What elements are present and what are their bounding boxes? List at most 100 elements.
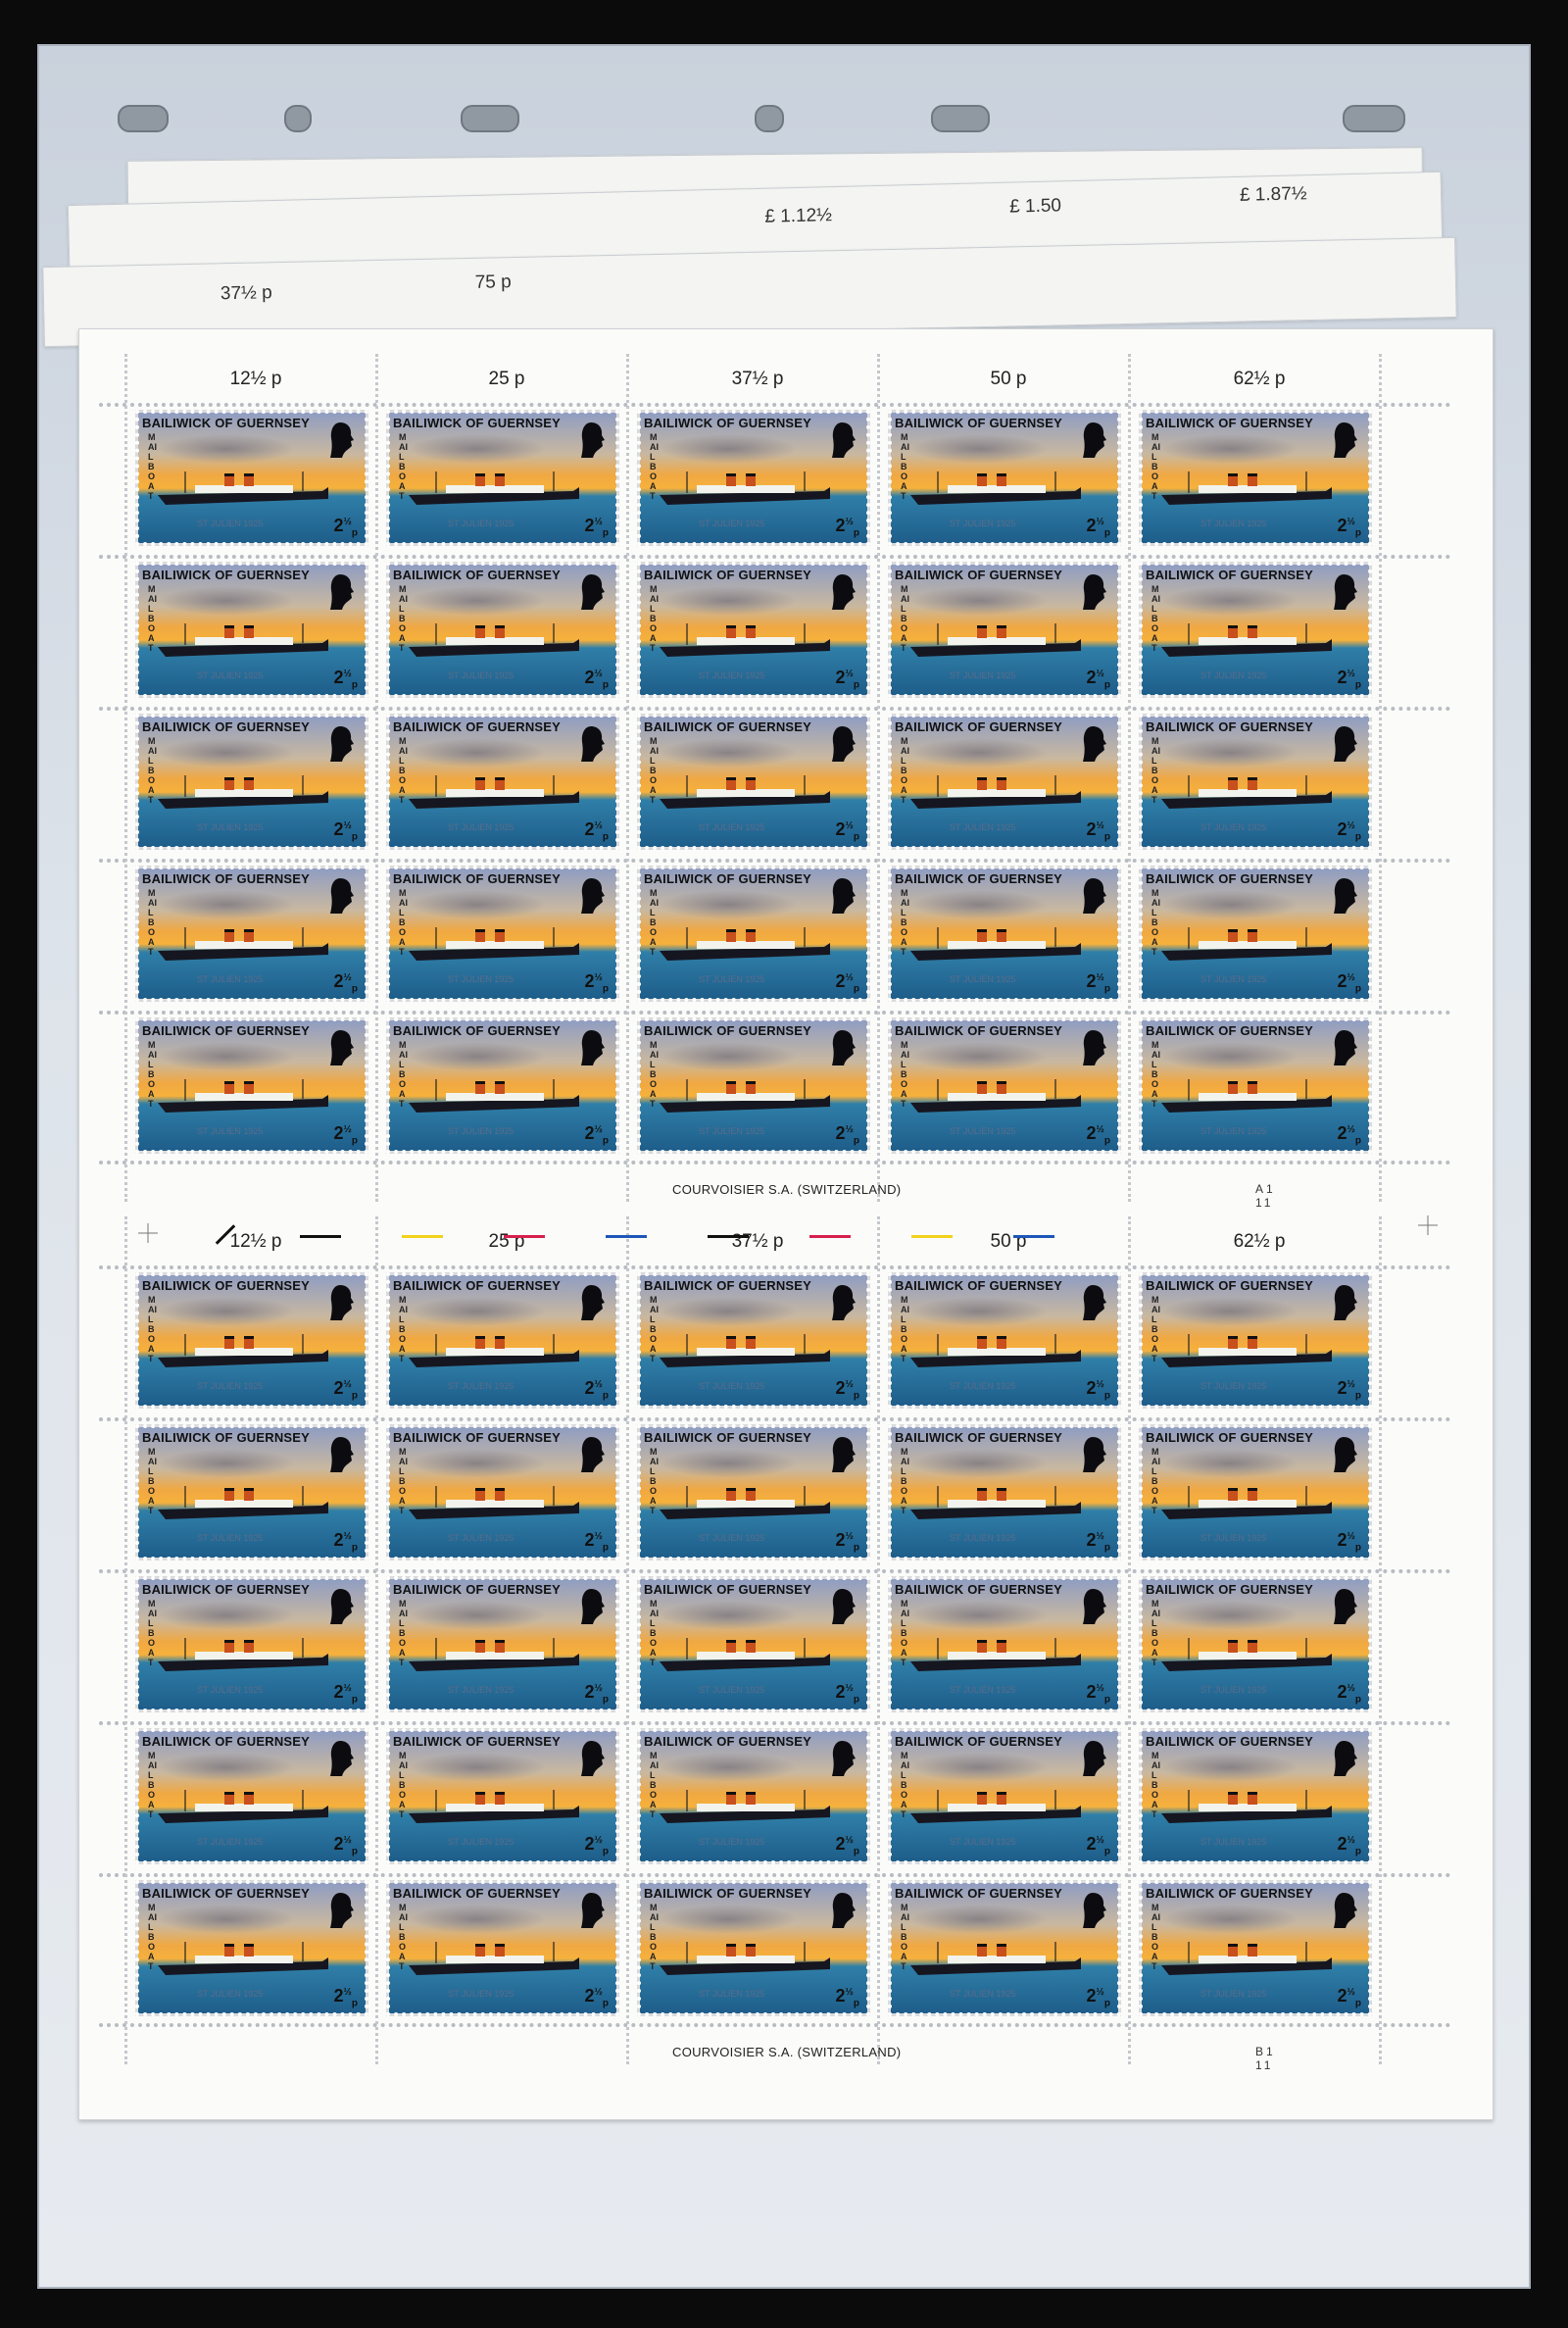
stamp-ship-name: ST JULIEN 1925: [699, 1126, 765, 1136]
denomination-unit: p: [602, 984, 609, 995]
queen-head-icon: [1334, 422, 1357, 458]
denomination-fraction: ½: [1347, 1683, 1355, 1695]
stamp-country-text: BAILIWICK OF GUERNSEY: [142, 1278, 311, 1293]
perforation-column: [626, 1216, 629, 2064]
stamp: BAILIWICK OF GUERNSEY MAILBOAT ST JULIEN 1…: [386, 1576, 619, 1712]
denomination-whole: 2: [333, 1682, 344, 1703]
denomination-fraction: ½: [845, 1835, 854, 1847]
perforation-column: [1128, 1216, 1131, 2064]
queen-head-icon: [832, 422, 856, 458]
smoke-cloud: [409, 586, 546, 616]
stamp: BAILIWICK OF GUERNSEY MAILBOAT ST JULIEN 1…: [637, 1272, 870, 1409]
denomination-unit: p: [351, 832, 358, 843]
denomination-unit: p: [602, 1543, 609, 1554]
denomination-unit: p: [1354, 528, 1361, 539]
queen-head-icon: [1083, 1741, 1106, 1776]
column-value-label: 62½ p: [1233, 1231, 1286, 1252]
denomination-fraction: ½: [1096, 1124, 1104, 1136]
ship-illustration: [910, 1079, 1081, 1113]
ship-illustration: [660, 623, 830, 657]
stamp-country-text: BAILIWICK OF GUERNSEY: [644, 416, 812, 430]
smoke-cloud: [910, 586, 1048, 616]
stamp-country-text: BAILIWICK OF GUERNSEY: [142, 719, 311, 734]
stamp: BAILIWICK OF GUERNSEY MAILBOAT ST JULIEN 1…: [888, 1880, 1121, 2016]
stamp-country-text: BAILIWICK OF GUERNSEY: [393, 1430, 562, 1445]
stamp-denomination: 2½p: [1338, 1834, 1361, 1857]
ship-illustration: [910, 927, 1081, 961]
stamp-denomination: 2½p: [836, 1682, 859, 1706]
denomination-fraction: ½: [1347, 1987, 1355, 1999]
stamp-country-text: BAILIWICK OF GUERNSEY: [895, 871, 1063, 886]
stamp-country-text: BAILIWICK OF GUERNSEY: [1146, 871, 1314, 886]
stamp-country-text: BAILIWICK OF GUERNSEY: [644, 719, 812, 734]
stamp-ship-name: ST JULIEN 1925: [1200, 974, 1267, 984]
stamp-denomination: 2½p: [1338, 971, 1361, 995]
stamp-country-text: BAILIWICK OF GUERNSEY: [1146, 568, 1314, 582]
colour-check-bar: [504, 1235, 545, 1238]
stamp-denomination: 2½p: [1338, 1986, 1361, 2009]
denomination-unit: p: [1354, 1391, 1361, 1402]
perforation-row: [99, 1569, 1451, 1573]
sheet-value-label: £ 1.50: [1008, 195, 1062, 218]
queen-head-icon: [832, 1741, 856, 1776]
ship-illustration: [1161, 1942, 1332, 1975]
perforation-column: [1379, 354, 1382, 1202]
denomination-whole: 2: [584, 516, 595, 536]
ship-illustration: [158, 775, 328, 809]
denomination-unit: p: [853, 1136, 859, 1147]
denomination-fraction: ½: [594, 517, 603, 528]
stamp: BAILIWICK OF GUERNSEY MAILBOAT ST JULIEN 1…: [135, 1017, 368, 1154]
stamp-country-text: BAILIWICK OF GUERNSEY: [142, 1023, 311, 1038]
denomination-unit: p: [1103, 1695, 1110, 1706]
smoke-cloud: [409, 1905, 546, 1934]
perforation-column: [1379, 1216, 1382, 2064]
denomination-whole: 2: [333, 819, 344, 840]
stamp-ship-name: ST JULIEN 1925: [1200, 519, 1267, 528]
denomination-fraction: ½: [343, 1379, 352, 1391]
stamp-ship-name: ST JULIEN 1925: [1200, 1837, 1267, 1847]
stamp-denomination: 2½p: [585, 668, 609, 691]
perforation-row: [99, 1161, 1451, 1164]
smoke-cloud: [1161, 1905, 1298, 1934]
queen-head-icon: [1083, 878, 1106, 914]
queen-head-icon: [1083, 1437, 1106, 1472]
stamp: BAILIWICK OF GUERNSEY MAILBOAT ST JULIEN 1…: [888, 1728, 1121, 1864]
column-value-label: 12½ p: [229, 369, 282, 389]
denomination-unit: p: [351, 528, 358, 539]
denomination-fraction: ½: [594, 1987, 603, 1999]
perforation-column: [626, 354, 629, 1202]
stamp-country-text: BAILIWICK OF GUERNSEY: [895, 1886, 1063, 1901]
stamp-denomination: 2½p: [836, 971, 859, 995]
denomination-unit: p: [1103, 1999, 1110, 2009]
denomination-whole: 2: [1337, 1530, 1348, 1551]
queen-head-icon: [1083, 1285, 1106, 1320]
stamp-country-text: BAILIWICK OF GUERNSEY: [393, 1582, 562, 1597]
denomination-unit: p: [602, 1695, 609, 1706]
stamp-denomination: 2½p: [585, 516, 609, 539]
ship-illustration: [158, 1334, 328, 1367]
stamp-ship-name: ST JULIEN 1925: [448, 1381, 514, 1391]
denomination-whole: 2: [1086, 516, 1097, 536]
stamp-ship-name: ST JULIEN 1925: [950, 822, 1016, 832]
denomination-unit: p: [1103, 1543, 1110, 1554]
smoke-cloud: [409, 1042, 546, 1071]
denomination-fraction: ½: [1347, 820, 1355, 832]
stamp-country-text: BAILIWICK OF GUERNSEY: [393, 1023, 562, 1038]
denomination-fraction: ½: [1096, 972, 1104, 984]
stamp: BAILIWICK OF GUERNSEY MAILBOAT ST JULIEN 1…: [637, 1017, 870, 1154]
stamp-denomination: 2½p: [836, 1986, 859, 2009]
denomination-unit: p: [853, 1847, 859, 1857]
smoke-cloud: [660, 1601, 797, 1630]
queen-head-icon: [330, 422, 354, 458]
stamp: BAILIWICK OF GUERNSEY MAILBOAT ST JULIEN 1…: [386, 1728, 619, 1864]
smoke-cloud: [409, 1601, 546, 1630]
stamp-denomination: 2½p: [1087, 1834, 1110, 1857]
stamp-ship-name: ST JULIEN 1925: [197, 1126, 264, 1136]
stamp: BAILIWICK OF GUERNSEY MAILBOAT ST JULIEN 1…: [637, 410, 870, 546]
queen-head-icon: [1334, 878, 1357, 914]
denomination-whole: 2: [1086, 1986, 1097, 2006]
stamp-denomination: 2½p: [1338, 1530, 1361, 1554]
stamp-denomination: 2½p: [1338, 668, 1361, 691]
denomination-unit: p: [602, 1847, 609, 1857]
perforation-column: [1128, 354, 1131, 1202]
